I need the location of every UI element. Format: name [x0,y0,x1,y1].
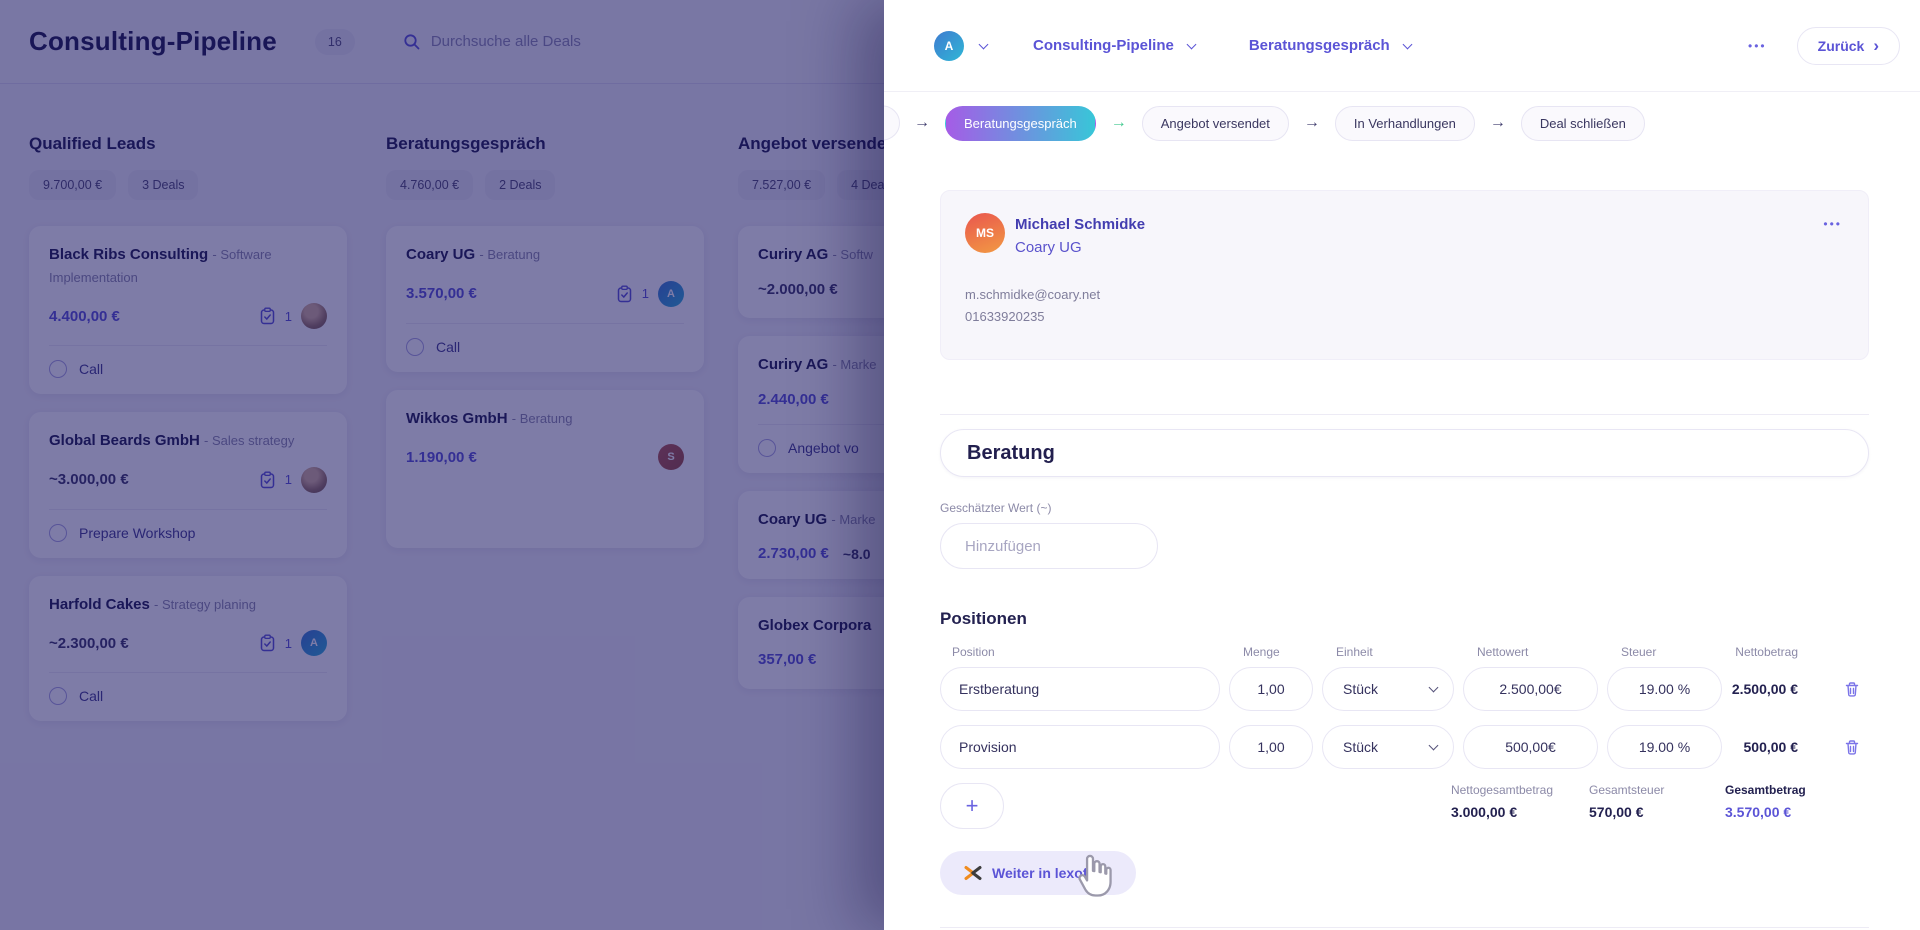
divider [940,927,1869,928]
chevron-down-icon [1429,683,1439,693]
chevron-down-icon [1429,741,1439,751]
contact-avatar: MS [965,213,1005,253]
chevron-right-icon: › [1873,37,1879,54]
menge-input[interactable] [1229,725,1313,769]
chevron-down-icon[interactable] [979,39,989,49]
delete-position-button[interactable] [1835,672,1869,706]
chevron-down-icon[interactable] [1402,39,1412,49]
contact-name[interactable]: Michael Schmidke [1015,216,1145,233]
trash-icon [1844,681,1860,698]
menge-input[interactable] [1229,667,1313,711]
col-menge: Menge [1229,645,1313,659]
einheit-select[interactable]: Stück [1322,667,1454,711]
position-row: Stück 2.500,00 € [940,667,1869,711]
more-menu-button[interactable]: ••• [1748,39,1767,53]
totals-row: + Nettogesamtbetrag 3.000,00 € Gesamtste… [940,783,1869,829]
estimate-input[interactable] [940,523,1158,569]
back-label: Zurück [1818,38,1865,54]
col-einheit: Einheit [1322,645,1454,659]
stage-pills: Qualified Leads → Beratungsgespräch → An… [884,92,1920,154]
col-nettobetrag: Nettobetrag [1731,645,1826,659]
stage-pill-beratungsgespraech[interactable]: Beratungsgespräch [945,106,1096,141]
stage-select[interactable]: Beratungsgespräch [1249,37,1390,54]
pipeline-select[interactable]: Consulting-Pipeline [1033,37,1174,54]
divider [940,414,1869,415]
positions-table-header: Position Menge Einheit Nettowert Steuer … [940,645,1869,659]
app-screen: Consulting-Pipeline 16 Qualified Leads 9… [0,0,1920,930]
contact-card: MS Michael Schmidke Coary UG ••• m.schmi… [940,190,1869,360]
einheit-select[interactable]: Stück [1322,725,1454,769]
total-gesamt: Gesamtbetrag 3.570,00 € [1725,783,1825,820]
deal-detail-panel: A Consulting-Pipeline Beratungsgespräch … [884,0,1920,930]
owner-avatar[interactable]: A [934,31,964,61]
contact-phone: 01633920235 [965,309,1045,324]
back-button[interactable]: Zurück › [1797,27,1900,65]
position-name-input[interactable] [940,725,1220,769]
col-position: Position [940,645,1220,659]
total-steuer: Gesamtsteuer 570,00 € [1589,783,1689,820]
stage-arrow-icon: → [1304,114,1320,132]
contact-more-button[interactable]: ••• [1823,217,1842,231]
panel-topbar: A Consulting-Pipeline Beratungsgespräch … [884,0,1920,92]
col-nettowert: Nettowert [1463,645,1598,659]
stage-pill-angebot-versendet[interactable]: Angebot versendet [1142,106,1289,141]
stage-arrow-icon: → [1490,114,1506,132]
stage-pill-deal-schliessen[interactable]: Deal schließen [1521,106,1645,141]
trash-icon [1844,739,1860,756]
nettobetrag-value: 2.500,00 € [1731,681,1826,697]
steuer-input[interactable] [1607,725,1722,769]
lexoffice-icon [964,865,982,881]
lexoffice-button[interactable]: Weiter in lexoffice [940,851,1136,895]
steuer-input[interactable] [1607,667,1722,711]
contact-company[interactable]: Coary UG [1015,239,1082,256]
total-netto: Nettogesamtbetrag 3.000,00 € [1451,783,1553,820]
chevron-down-icon[interactable] [1186,39,1196,49]
nettowert-input[interactable] [1463,667,1598,711]
position-name-input[interactable] [940,667,1220,711]
contact-email: m.schmidke@coary.net [965,287,1100,302]
deal-title-input[interactable] [940,429,1869,477]
add-position-button[interactable]: + [940,783,1004,829]
stage-arrow-icon: → [1111,114,1127,132]
stage-arrow-icon: → [914,114,930,132]
position-row: Stück 500,00 € [940,725,1869,769]
estimate-label: Geschätzter Wert (~) [940,501,1869,515]
positions-heading: Positionen [940,609,1869,629]
delete-position-button[interactable] [1835,730,1869,764]
nettobetrag-value: 500,00 € [1731,739,1826,755]
stage-pill-in-verhandlungen[interactable]: In Verhandlungen [1335,106,1475,141]
panel-content: MS Michael Schmidke Coary UG ••• m.schmi… [940,154,1869,928]
col-steuer: Steuer [1607,645,1722,659]
nettowert-input[interactable] [1463,725,1598,769]
stage-pill-qualified-leads[interactable]: Qualified Leads [884,106,900,141]
